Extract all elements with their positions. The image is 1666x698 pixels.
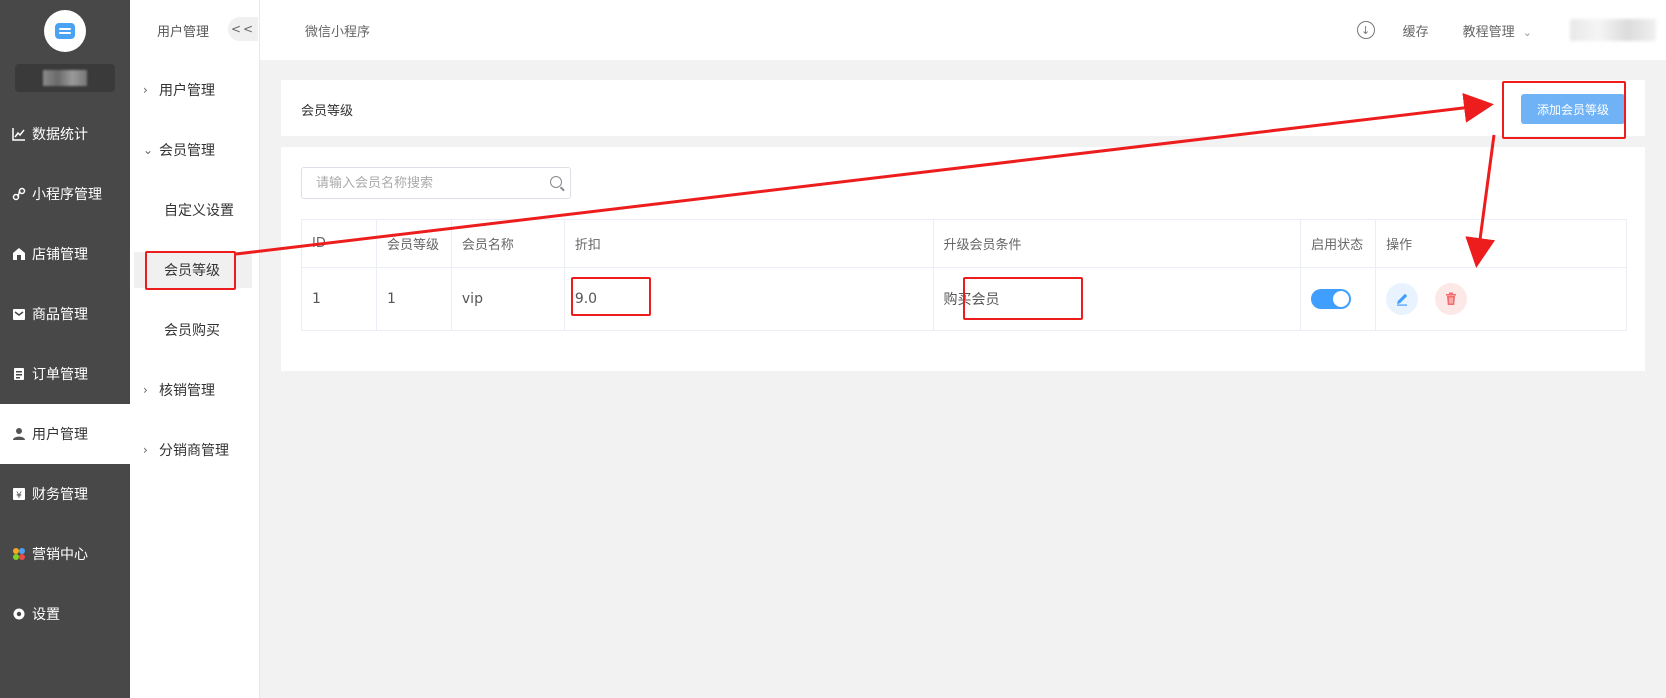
submenu-item-member-purchase[interactable]: 会员购买 — [130, 312, 260, 348]
account-name-blurred[interactable] — [15, 64, 115, 92]
status-toggle[interactable] — [1311, 289, 1352, 309]
submenu-item-custom-settings[interactable]: 自定义设置 — [130, 192, 260, 228]
search-box — [301, 167, 571, 199]
tutorial-menu-label: 教程管理 — [1462, 24, 1515, 40]
column-header-id: ID — [301, 219, 377, 268]
annotation-box-member-level — [145, 251, 236, 290]
nav-item-marketing[interactable]: 营销中心 — [0, 524, 130, 584]
column-header-condition: 升级会员条件 — [932, 219, 1302, 268]
table-header-row: ID 会员等级 会员名称 折扣 升级会员条件 启用状态 操作 — [301, 219, 1627, 268]
column-header-discount: 折扣 — [563, 219, 934, 268]
cell-status — [1300, 267, 1377, 331]
secondary-menu: 用户管理 << › 用户管理 ⌄ 会员管理 自定义设置 会员等级 会员购买 › … — [130, 0, 260, 698]
nav-item-users[interactable]: 用户管理 — [0, 404, 130, 464]
search-icon[interactable] — [550, 176, 562, 188]
column-header-status: 启用状态 — [1300, 219, 1377, 268]
user-icon — [12, 427, 26, 441]
pencil-icon — [1397, 293, 1408, 306]
submenu-group-members[interactable]: ⌄ 会员管理 — [130, 132, 260, 168]
nav-item-orders[interactable]: 订单管理 — [0, 344, 130, 404]
tutorial-menu[interactable]: 教程管理 ⌄ — [1463, 21, 1532, 40]
submenu-group-label: 核销管理 — [159, 383, 215, 399]
column-header-name: 会员名称 — [450, 219, 565, 268]
column-header-actions: 操作 — [1375, 219, 1627, 268]
app-logo — [44, 10, 86, 52]
page-title: 会员等级 — [301, 104, 354, 119]
header-actions: ↓ 缓存 教程管理 ⌄ — [1356, 0, 1666, 60]
cell-name: vip — [450, 267, 565, 331]
page-header-card: 会员等级 添加会员等级 — [281, 80, 1645, 136]
chart-line-icon — [12, 127, 26, 141]
nav-item-label: 数据统计 — [32, 127, 88, 143]
goods-icon — [12, 307, 26, 321]
submenu-item-label: 会员购买 — [164, 323, 220, 339]
submenu-group-label: 分销商管理 — [159, 443, 229, 459]
nav-item-label: 店铺管理 — [32, 247, 88, 263]
nav-item-statistics[interactable]: 数据统计 — [0, 104, 130, 164]
chevron-right-icon: › — [143, 83, 148, 97]
nav-item-label: 小程序管理 — [32, 187, 102, 203]
collapse-menu-button[interactable]: << — [228, 17, 258, 41]
main-sidebar: 数据统计 小程序管理 店铺管理 商品管理 订单管理 用户管理 ¥ 财务管理 营销 — [0, 0, 130, 698]
delete-button[interactable] — [1434, 283, 1467, 315]
trash-icon — [1445, 292, 1456, 305]
nav-item-store[interactable]: 店铺管理 — [0, 224, 130, 284]
nav-item-label: 财务管理 — [32, 487, 88, 503]
search-input[interactable] — [302, 168, 532, 198]
main-nav: 数据统计 小程序管理 店铺管理 商品管理 订单管理 用户管理 ¥ 财务管理 营销 — [0, 104, 130, 644]
submenu-group-label: 用户管理 — [159, 83, 215, 99]
nav-item-label: 营销中心 — [32, 547, 88, 563]
annotation-box-condition — [963, 277, 1083, 320]
user-avatar-blurred[interactable] — [1570, 19, 1656, 41]
nav-item-finance[interactable]: ¥ 财务管理 — [0, 464, 130, 524]
chevron-down-icon: ⌄ — [143, 143, 154, 157]
nav-item-miniprogram[interactable]: 小程序管理 — [0, 164, 130, 224]
cell-id: 1 — [301, 267, 377, 331]
chevron-right-icon: › — [143, 443, 148, 457]
nav-item-label: 商品管理 — [32, 307, 88, 323]
nav-item-label: 设置 — [32, 607, 60, 623]
annotation-box-add-button — [1502, 81, 1626, 139]
settings-icon — [12, 607, 26, 621]
logo-icon — [55, 23, 75, 39]
member-level-card: ID 会员等级 会员名称 折扣 升级会员条件 启用状态 操作 1 1 vip 9… — [281, 147, 1645, 371]
submenu-group-distributors[interactable]: › 分销商管理 — [130, 432, 260, 468]
cache-link[interactable]: 缓存 — [1403, 21, 1429, 40]
submenu-item-label: 自定义设置 — [164, 203, 234, 219]
miniprogram-icon — [12, 187, 26, 201]
annotation-box-discount — [571, 277, 651, 316]
nav-item-label: 用户管理 — [32, 427, 88, 443]
top-header: 微信小程序 ↓ 缓存 教程管理 ⌄ — [260, 0, 1666, 60]
marketing-icon — [12, 547, 26, 561]
submenu-group-label: 会员管理 — [159, 143, 215, 159]
order-icon — [12, 367, 26, 381]
download-icon[interactable]: ↓ — [1356, 21, 1375, 39]
cell-level: 1 — [375, 267, 452, 331]
column-header-level: 会员等级 — [375, 219, 452, 268]
nav-item-label: 订单管理 — [32, 367, 88, 383]
nav-item-settings[interactable]: 设置 — [0, 584, 130, 644]
cell-actions — [1375, 267, 1627, 331]
finance-icon: ¥ — [12, 487, 26, 501]
submenu-group-users[interactable]: › 用户管理 — [130, 72, 260, 108]
chevron-right-icon: › — [143, 383, 148, 397]
submenu-title: 用户管理 — [157, 25, 210, 40]
nav-item-goods[interactable]: 商品管理 — [0, 284, 130, 344]
chevron-down-icon: ⌄ — [1522, 25, 1532, 39]
edit-button[interactable] — [1386, 283, 1419, 315]
submenu-group-verification[interactable]: › 核销管理 — [130, 372, 260, 408]
store-icon — [12, 247, 26, 261]
svg-text:¥: ¥ — [16, 491, 22, 501]
breadcrumb[interactable]: 微信小程序 — [305, 21, 370, 40]
